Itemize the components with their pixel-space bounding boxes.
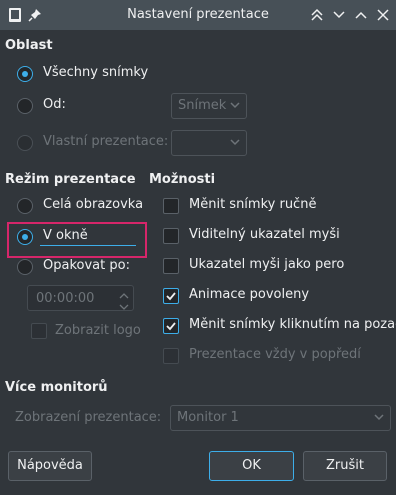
monitor-value: Monitor 1 <box>177 410 239 425</box>
monitor-select[interactable]: Monitor 1 <box>170 405 391 431</box>
fullscreen-label[interactable]: Celá obrazovka <box>43 197 143 212</box>
pointer-pen-label[interactable]: Ukazatel myši jako pero <box>189 257 344 272</box>
from-slide-select[interactable]: Snímek 1 <box>171 93 247 119</box>
radio-custom-show[interactable] <box>17 135 33 151</box>
custom-show-select[interactable] <box>171 130 247 156</box>
chevron-down-icon <box>229 99 241 111</box>
radio-window[interactable] <box>17 229 33 245</box>
cancel-button[interactable]: Zrušit <box>303 451 387 481</box>
manual-label[interactable]: Měnit snímky ručně <box>189 197 316 212</box>
area-heading: Oblast <box>5 38 53 53</box>
show-logo-checkbox[interactable] <box>31 323 47 339</box>
always-front-checkbox[interactable] <box>163 348 179 364</box>
all-slides-label[interactable]: Všechny snímky <box>43 65 148 80</box>
pointer-pen-checkbox[interactable] <box>163 258 179 274</box>
close-icon[interactable] <box>374 6 392 24</box>
visible-pointer-label[interactable]: Viditelný ukazatel myši <box>189 227 340 242</box>
click-background-label[interactable]: Měnit snímky kliknutím na pozadí <box>189 317 396 332</box>
visible-pointer-checkbox[interactable] <box>163 228 179 244</box>
show-logo-label: Zobrazit logo <box>55 323 141 338</box>
animations-label[interactable]: Animace povoleny <box>189 287 309 302</box>
keep-above-icon[interactable] <box>308 6 326 24</box>
spin-up-icon[interactable] <box>119 289 129 299</box>
loop-time-spinbox[interactable]: 00:00:00 <box>27 285 134 311</box>
spin-down-icon[interactable] <box>119 300 129 310</box>
display-label: Zobrazení prezentace: <box>15 410 162 425</box>
monitors-heading: Více monitorů <box>5 380 108 395</box>
mode-heading: Režim prezentace <box>5 172 136 187</box>
help-button[interactable]: Nápověda <box>8 451 92 481</box>
chevron-down-icon <box>229 136 241 148</box>
minimize-icon[interactable] <box>330 6 348 24</box>
ok-button[interactable]: OK <box>209 451 294 481</box>
animations-checkbox[interactable] <box>163 288 179 304</box>
checkmark-icon <box>166 292 176 301</box>
always-front-label: Prezentace vždy v popředí <box>189 347 361 362</box>
from-label[interactable]: Od: <box>43 97 66 112</box>
loop-time-value: 00:00:00 <box>36 291 95 306</box>
chevron-down-icon <box>373 411 385 423</box>
options-heading: Možnosti <box>149 172 216 187</box>
window-label[interactable]: V okně <box>43 228 88 243</box>
custom-show-label: Vlastní prezentace: <box>43 134 169 149</box>
from-slide-value: Snímek 1 <box>178 98 230 113</box>
focus-underline <box>40 245 136 246</box>
maximize-icon[interactable] <box>352 6 370 24</box>
click-background-checkbox[interactable] <box>163 318 179 334</box>
radio-all-slides[interactable] <box>17 66 33 82</box>
loop-label[interactable]: Opakovat po: <box>43 258 130 273</box>
title-bar: Nastavení prezentace <box>0 0 396 30</box>
checkmark-icon <box>166 322 176 331</box>
manual-checkbox[interactable] <box>163 198 179 214</box>
radio-loop[interactable] <box>17 259 33 275</box>
radio-fullscreen[interactable] <box>17 198 33 214</box>
radio-from[interactable] <box>17 98 33 114</box>
